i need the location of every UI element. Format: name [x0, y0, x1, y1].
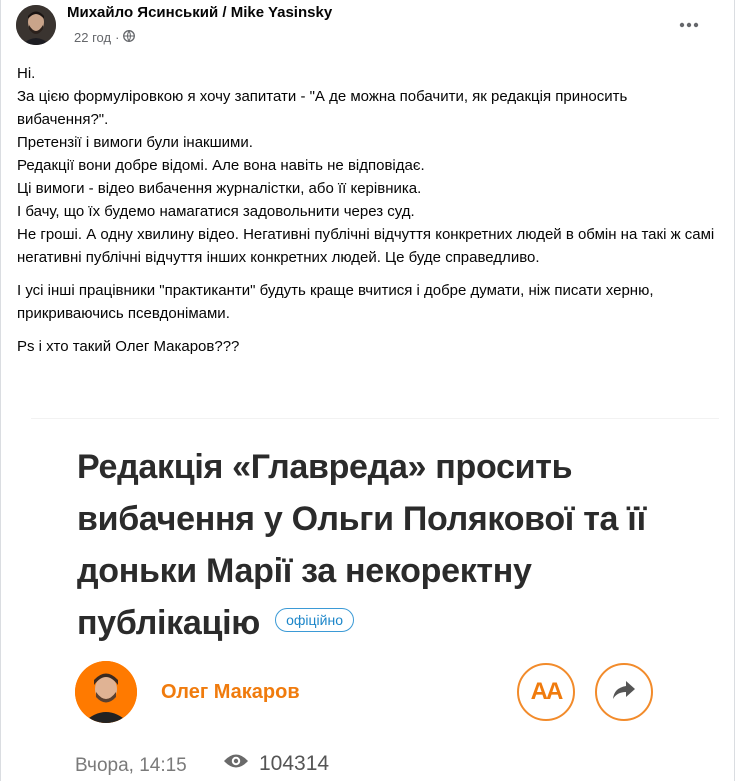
more-options-button[interactable]	[674, 12, 704, 36]
article-views: 104314	[223, 752, 329, 776]
post-line: Претензії і вимоги були інакшими.	[17, 134, 253, 151]
post-line: І усі інші працівники "практиканти" буду…	[17, 282, 654, 322]
article-author-name: Олег Макаров	[161, 681, 300, 703]
post-line: За цією формуліровкою я хочу запитати - …	[17, 88, 628, 128]
facebook-post: Михайло Ясинський / Mike Yasinsky 22 год…	[0, 0, 735, 782]
post-line: Ці вимоги - відео вибачення журналістки,…	[17, 180, 422, 197]
post-line: І бачу, що їх будемо намагатися задоволь…	[17, 203, 415, 220]
eye-icon	[223, 752, 249, 776]
official-badge: офіційно	[275, 608, 355, 633]
globe-icon	[123, 30, 136, 45]
headline-text: Редакція «Главреда» просить вибачення у …	[77, 448, 646, 642]
share-button	[595, 663, 653, 721]
article-screenshot[interactable]: Редакція «Главреда» просить вибачення у …	[31, 418, 719, 782]
more-dots-icon	[679, 15, 699, 33]
article-headline: Редакція «Главреда» просить вибачення у …	[77, 441, 677, 649]
author-name[interactable]: Михайло Ясинський / Mike Yasinsky	[67, 4, 332, 21]
post-meta: 22 год ·	[74, 30, 136, 45]
share-arrow-icon	[612, 680, 636, 705]
font-size-icon: AA	[530, 678, 564, 705]
views-count: 104314	[259, 752, 330, 775]
article-date: Вчора, 14:15	[75, 755, 187, 776]
meta-separator: ·	[115, 30, 120, 45]
article-author-avatar	[75, 661, 137, 723]
author-avatar[interactable]	[16, 5, 56, 45]
post-line: Не гроші. А одну хвилину відео. Негативн…	[17, 226, 715, 266]
post-time[interactable]: 22 год	[74, 30, 111, 45]
post-line: Редакції вони добре відомі. Але вона нав…	[17, 157, 425, 174]
font-size-button: AA	[517, 663, 575, 721]
post-line: Ні.	[17, 65, 36, 82]
post-text: Ні. За цією формуліровкою я хочу запитат…	[17, 62, 717, 358]
post-line: Ps і хто такий Олег Макаров???	[17, 338, 240, 355]
